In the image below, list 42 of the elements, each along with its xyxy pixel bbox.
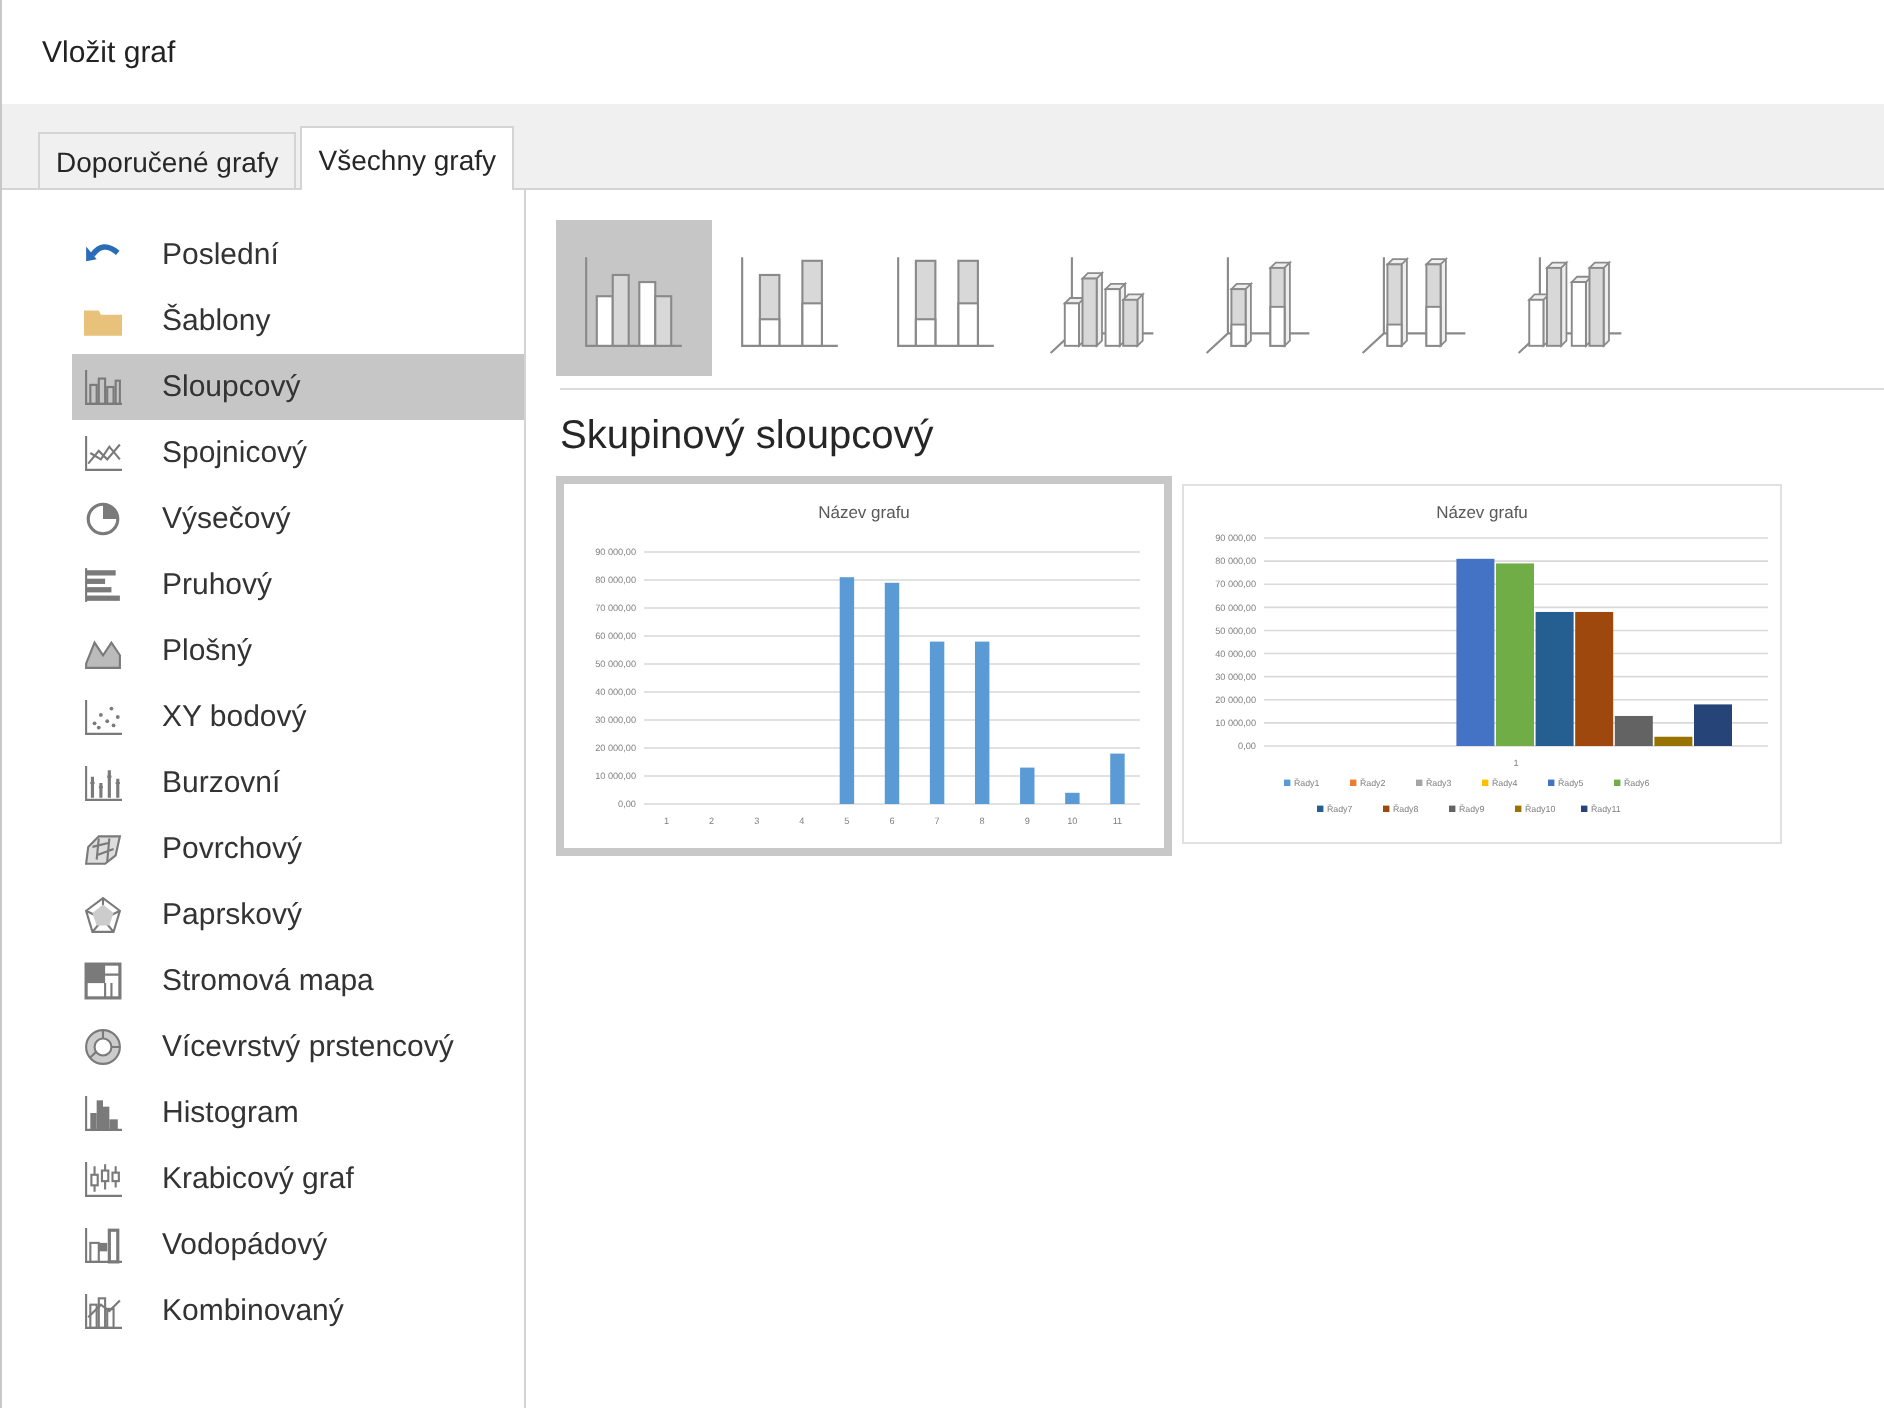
tab[interactable]: Všechny grafy — [300, 126, 515, 190]
waterfall-icon — [84, 1226, 122, 1264]
sunburst-icon — [84, 1028, 122, 1066]
bar — [1020, 767, 1035, 804]
sidebar-item[interactable]: Poslední — [72, 222, 524, 288]
sidebar-item[interactable]: Stromová mapa — [72, 948, 524, 1014]
bar — [1065, 792, 1080, 804]
surface-chart-icon — [84, 830, 122, 868]
sidebar-item[interactable]: Šablony — [72, 288, 524, 354]
pie-chart-icon — [84, 500, 122, 538]
combo-chart-icon — [84, 1292, 122, 1330]
sidebar-item[interactable]: Pruhový — [72, 552, 524, 618]
sidebar-item[interactable]: Krabicový graf — [72, 1146, 524, 1212]
histogram-icon — [84, 1094, 122, 1132]
box-plot-icon — [84, 1160, 122, 1198]
column-chart-icon — [84, 368, 122, 406]
stock-chart-icon — [84, 764, 122, 802]
sidebar-item[interactable]: XY bodový — [72, 684, 524, 750]
window-title: Vložit graf — [42, 35, 176, 69]
chart-title: Název grafu — [818, 502, 910, 522]
chart-subtype-heading: Skupinový sloupcový — [560, 414, 936, 460]
sidebar-item[interactable]: Vícevrstvý prstencový — [72, 1014, 524, 1080]
sidebar-item[interactable]: Sloupcový — [72, 354, 524, 420]
sidebar-item[interactable]: Kombinovaný — [72, 1278, 524, 1344]
sidebar-item[interactable]: Povrchový — [72, 816, 524, 882]
sidebar-item[interactable]: Histogram — [72, 1080, 524, 1146]
sidebar-item[interactable]: Výsečový — [72, 486, 524, 552]
chart-title: Název grafu — [1436, 502, 1528, 522]
sidebar-item[interactable]: Plošný — [72, 618, 524, 684]
scatter-chart-icon — [84, 698, 122, 736]
bar — [1535, 611, 1574, 746]
radar-chart-icon — [84, 896, 122, 934]
sidebar-item[interactable]: Spojnicový — [72, 420, 524, 486]
sidebar-item[interactable]: Vodopádový — [72, 1212, 524, 1278]
chart-type-button[interactable] — [556, 220, 712, 376]
treemap-icon — [84, 962, 122, 1000]
sidebar-item[interactable]: Burzovní — [72, 750, 524, 816]
sidebar-item[interactable]: Paprskový — [72, 882, 524, 948]
line-chart-icon — [84, 434, 122, 472]
tab[interactable]: Doporučené grafy — [38, 132, 297, 188]
bar — [1110, 753, 1125, 804]
bar-chart-icon — [84, 566, 122, 604]
